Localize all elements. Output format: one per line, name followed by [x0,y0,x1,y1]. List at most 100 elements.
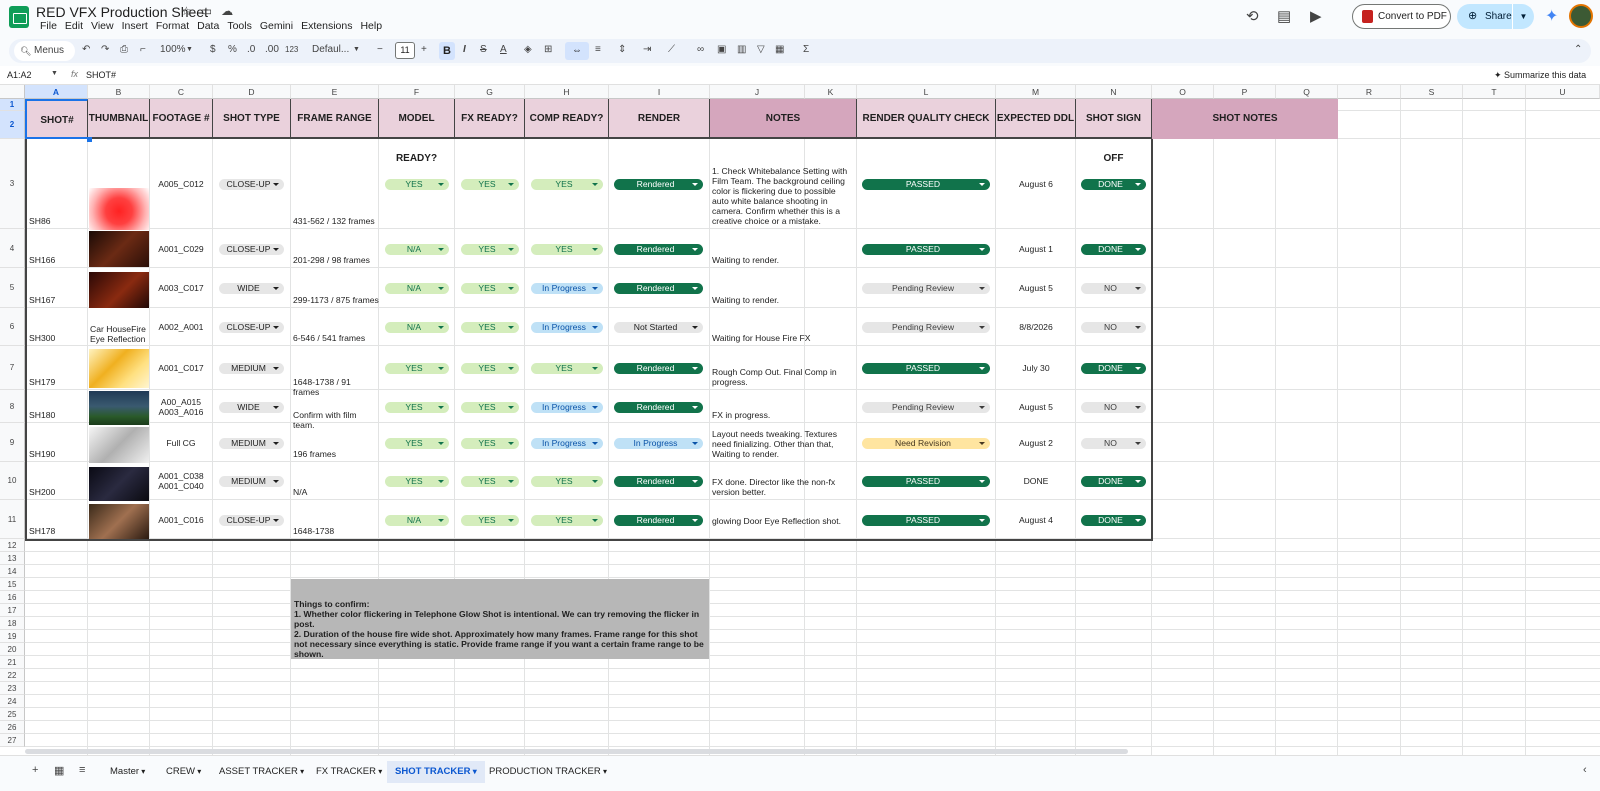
shot-id[interactable]: SH180 [29,410,87,420]
text-color-icon[interactable]: A [500,44,507,55]
render-qc-select[interactable]: PASSED [862,514,990,526]
model-ready-select[interactable]: YES [385,437,449,449]
frame-range[interactable]: 299-1173 / 875 frames [293,295,379,305]
shot-id[interactable]: SH178 [29,526,87,536]
column-header-o[interactable]: O [1152,85,1214,99]
menu-edit[interactable]: Edit [61,20,87,32]
increase-decimal[interactable]: .00 [265,44,279,55]
model-ready-select[interactable]: YES [385,363,449,374]
shot-type-select[interactable]: MEDIUM [219,476,284,487]
column-header-t[interactable]: T [1463,85,1526,99]
all-sheets-icon[interactable]: ≡ [79,764,85,776]
render-select[interactable]: Rendered [614,514,703,526]
thumbnail-image[interactable] [89,504,149,539]
fx-ready-select[interactable]: YES [461,283,519,294]
column-header-k[interactable]: K [805,85,857,99]
selection-handle[interactable] [87,137,92,142]
cloud-icon[interactable]: ☁ [221,4,233,18]
align-icon[interactable]: ≡ [595,44,601,55]
tab-shot-tracker[interactable]: SHOT TRACKER ▾ [387,761,485,783]
collapse-toolbar-icon[interactable]: ⌃ [1574,44,1582,55]
shot-sign-off-select[interactable]: DONE [1081,243,1146,255]
comp-ready-select[interactable]: In Progress [531,401,603,413]
zoom-select[interactable]: 100% [160,44,186,55]
fx-ready-select[interactable]: YES [461,243,519,255]
render-qc-select[interactable]: PASSED [862,243,990,255]
row-header-10[interactable]: 10 [0,462,25,500]
row-header-11[interactable]: 11 [0,500,25,539]
header-thumbnail[interactable]: THUMBNAIL [88,99,150,139]
render-qc-select[interactable]: Pending Review [862,401,990,413]
shot-type-select[interactable]: CLOSE-UP [219,243,284,255]
shot-type-select[interactable]: CLOSE-UP [219,179,284,190]
footage-number[interactable]: A001_C016 [152,515,210,525]
comp-ready-select[interactable]: YES [531,363,603,374]
notes-cell[interactable]: Waiting to render. [712,255,852,265]
column-header-c[interactable]: C [150,85,213,99]
row-header-22[interactable]: 22 [0,669,25,682]
header-model-ready[interactable]: MODEL READY? [379,99,455,164]
menu-format[interactable]: Format [152,20,193,32]
row-header-4[interactable]: 4 [0,229,25,268]
row-header-1[interactable]: 1 [0,99,25,111]
font-size-input[interactable]: 11 [395,42,415,59]
fx-ready-select[interactable]: YES [461,322,519,333]
shot-type-select[interactable]: WIDE [219,401,284,413]
formula-input[interactable]: SHOT# [86,70,116,80]
tab-dropdown-icon[interactable]: ▾ [601,767,607,776]
row-header-5[interactable]: 5 [0,268,25,308]
redo-icon[interactable]: ↷ [101,44,109,55]
folder-icon[interactable]: ▭ [201,4,212,18]
function-icon[interactable]: Σ [803,44,809,55]
row-header-17[interactable]: 17 [0,604,25,617]
shot-type-select[interactable]: WIDE [219,283,284,294]
history-icon[interactable]: ⟲ [1246,7,1259,25]
header-comp-ready[interactable]: COMP READY? [525,99,609,139]
comp-ready-select[interactable]: In Progress [531,283,603,294]
row-header-8[interactable]: 8 [0,390,25,423]
column-header-b[interactable]: B [88,85,150,99]
frame-range[interactable]: 431-562 / 132 frames [293,216,379,226]
thumbnail-image[interactable] [89,188,149,230]
column-header-g[interactable]: G [455,85,525,99]
column-header-l[interactable]: L [857,85,996,99]
tabs-scroll-icon[interactable]: ‹ [1583,764,1587,776]
share-dropdown-icon[interactable]: ▼ [1512,4,1534,29]
render-select[interactable]: In Progress [614,437,703,449]
tab-dropdown-icon[interactable]: ▾ [195,767,201,776]
column-header-h[interactable]: H [525,85,609,99]
font-dropdown-icon[interactable]: ▼ [353,46,360,53]
column-header-n[interactable]: N [1076,85,1152,99]
render-qc-select[interactable]: PASSED [862,363,990,374]
notes-cell[interactable]: FX in progress. [712,410,852,420]
notes-cell[interactable]: Rough Comp Out. Final Comp in progress. [712,367,852,387]
comment-add-icon[interactable]: ▣ [717,44,726,55]
comp-ready-select[interactable]: YES [531,243,603,255]
undo-icon[interactable]: ↶ [82,44,90,55]
header-shot-type[interactable]: SHOT TYPE [213,99,291,139]
sheets-logo-icon[interactable] [9,6,29,28]
comp-ready-select[interactable]: YES [531,476,603,487]
currency-format[interactable]: $ [210,44,216,55]
notes-cell[interactable]: FX done. Director like the non-fx versio… [712,477,852,497]
row-header-26[interactable]: 26 [0,721,25,734]
sheets-list-icon[interactable]: ▦ [54,764,64,777]
render-select[interactable]: Rendered [614,401,703,413]
expected-ddl[interactable]: August 5 [996,283,1076,293]
select-all-corner[interactable] [0,85,25,99]
fx-ready-select[interactable]: YES [461,476,519,487]
thumbnail-image[interactable] [89,231,149,267]
horizontal-scrollbar[interactable] [25,749,1128,754]
text-rotate-icon[interactable]: ⟋ [668,44,675,55]
name-box[interactable]: A1:A2 [7,70,32,80]
header-frame-range[interactable]: FRAME RANGE [291,99,379,139]
row-header-9[interactable]: 9 [0,423,25,462]
shot-sign-off-select[interactable]: NO [1081,322,1146,333]
shot-id[interactable]: SH166 [29,255,87,265]
model-ready-select[interactable]: N/A [385,243,449,255]
summarize-button[interactable]: ✦ Summarize this data [1494,70,1586,81]
filter-views-icon[interactable]: ▦ [775,44,784,55]
row-header-13[interactable]: 13 [0,552,25,565]
frame-range[interactable]: N/A [293,487,379,497]
shot-sign-off-select[interactable]: DONE [1081,363,1146,374]
